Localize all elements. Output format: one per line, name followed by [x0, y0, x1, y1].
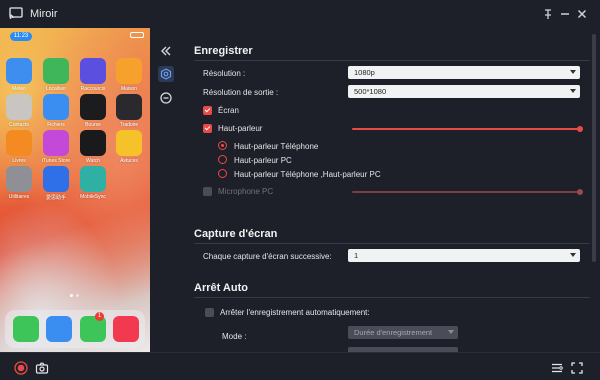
- camera-icon[interactable]: [35, 361, 49, 375]
- status-time: 11:23: [10, 32, 32, 41]
- app-label: Fichiers: [47, 122, 65, 128]
- find-my-icon[interactable]: [43, 58, 69, 84]
- pin-icon[interactable]: [541, 7, 555, 21]
- section-divider: [194, 60, 590, 61]
- speaker-label: Haut-parleur: [218, 124, 263, 133]
- translate-icon[interactable]: [116, 94, 142, 120]
- watch-icon[interactable]: [80, 130, 106, 156]
- output-resolution-label: Résolution de sortie :: [203, 88, 279, 97]
- assistant-icon[interactable]: [43, 166, 69, 192]
- app-label: 愛思助手: [45, 195, 66, 201]
- stocks-icon[interactable]: [80, 94, 106, 120]
- screen-label: Écran: [218, 106, 239, 115]
- itunes-store-icon[interactable]: [43, 130, 69, 156]
- radio-both-speakers[interactable]: [218, 169, 227, 178]
- files-icon[interactable]: [43, 94, 69, 120]
- page-dots: [70, 294, 79, 297]
- record-settings-icon[interactable]: [158, 66, 174, 82]
- fullscreen-icon[interactable]: [570, 361, 584, 375]
- shortcuts-icon[interactable]: [80, 58, 106, 84]
- side-nav: [150, 28, 182, 352]
- radio-pc-speaker[interactable]: [218, 155, 227, 164]
- resolution-label: Résolution :: [203, 69, 246, 78]
- section-title-auto-stop: Arrêt Auto: [194, 282, 248, 294]
- cast-logo-icon: [9, 7, 23, 19]
- speaker-volume-knob[interactable]: [577, 126, 583, 132]
- screen-checkbox[interactable]: [203, 106, 212, 115]
- app-label: Localiser: [45, 86, 66, 92]
- settings-scrollbar[interactable]: [592, 34, 596, 262]
- app-label: Maison: [120, 86, 138, 92]
- messages-badge: 1: [95, 312, 104, 321]
- app-label: Bourse: [85, 122, 101, 128]
- chevron-down-icon: [570, 89, 576, 93]
- chevron-down-icon: [448, 330, 454, 334]
- battery-icon: [130, 32, 144, 38]
- app-label: Livres: [12, 158, 26, 164]
- home-icon[interactable]: [116, 58, 142, 84]
- microphone-volume-slider[interactable]: [352, 191, 580, 193]
- bottom-toolbar: [0, 352, 600, 380]
- microphone-volume-knob[interactable]: [577, 189, 583, 195]
- section-divider: [194, 297, 590, 298]
- app-label: Météo: [12, 86, 26, 92]
- window-title: Miroir: [30, 8, 58, 20]
- utilities-folder-icon[interactable]: [6, 166, 32, 192]
- mobilesync-icon[interactable]: [80, 166, 106, 192]
- app-label: Raccourcis: [80, 86, 106, 92]
- phone-icon[interactable]: [13, 316, 39, 342]
- app-label: Astuces: [120, 158, 138, 164]
- section-title-record: Enregistrer: [194, 45, 253, 57]
- chevron-down-icon: [570, 70, 576, 74]
- app-label: Utilitaires: [8, 194, 30, 200]
- mode-label: Mode :: [222, 332, 247, 341]
- successive-capture-label: Chaque capture d'écran successive:: [203, 252, 332, 261]
- auto-stop-checkbox[interactable]: [205, 308, 214, 317]
- dock: [5, 310, 145, 348]
- books-icon[interactable]: [6, 130, 32, 156]
- microphone-label: Microphone PC: [218, 187, 274, 196]
- speaker-checkbox[interactable]: [203, 124, 212, 133]
- resolution-select[interactable]: 1080p: [348, 66, 580, 79]
- successive-capture-select[interactable]: 1: [348, 249, 580, 262]
- music-icon[interactable]: [113, 316, 139, 342]
- remove-icon[interactable]: [158, 90, 174, 106]
- app-label: Traduire: [119, 122, 139, 128]
- list-settings-icon[interactable]: [550, 361, 564, 375]
- settings-panel: Enregistrer Résolution : 1080p Résolutio…: [182, 28, 600, 352]
- app-label: iTunes Store: [41, 158, 71, 164]
- section-title-capture: Capture d'écran: [194, 228, 278, 240]
- successive-capture-value: 1: [354, 251, 359, 260]
- safari-icon[interactable]: [46, 316, 72, 342]
- tips-icon[interactable]: [116, 130, 142, 156]
- mode-select[interactable]: Durée d'enregistrement: [348, 326, 458, 339]
- microphone-checkbox[interactable]: [203, 187, 212, 196]
- audio-source-label: Haut-parleur Téléphone ,Haut-parleur PC: [234, 170, 381, 179]
- output-resolution-value: 500*1080: [354, 87, 387, 96]
- mode-value: Durée d'enregistrement: [354, 328, 433, 337]
- collapse-icon[interactable]: [158, 43, 174, 59]
- audio-source-label: Haut-parleur Téléphone: [234, 142, 319, 151]
- app-label: Watch: [86, 158, 100, 164]
- miroir-window: Miroir 11:23 Météo Localiser Raccourcis Mai…: [0, 0, 600, 380]
- section-divider: [194, 243, 590, 244]
- radio-phone-speaker[interactable]: [218, 141, 227, 150]
- minimize-icon[interactable]: [558, 7, 572, 21]
- title-bar: Miroir: [0, 0, 600, 28]
- resolution-value: 1080p: [354, 68, 375, 77]
- chevron-down-icon: [570, 253, 576, 257]
- app-label: Contacts: [9, 122, 29, 128]
- auto-stop-label: Arrêter l'enregistrement automatiquement…: [220, 308, 370, 317]
- contacts-icon[interactable]: [6, 94, 32, 120]
- close-icon[interactable]: [575, 7, 589, 21]
- audio-source-label: Haut-parleur PC: [234, 156, 292, 165]
- weather-icon[interactable]: [6, 58, 32, 84]
- phone-mirror-screen[interactable]: 11:23 Météo Localiser Raccourcis Maison Cont…: [0, 28, 150, 352]
- speaker-volume-slider[interactable]: [352, 128, 580, 130]
- app-label: MobileSync: [80, 194, 106, 200]
- output-resolution-select[interactable]: 500*1080: [348, 85, 580, 98]
- record-icon[interactable]: [14, 361, 28, 375]
